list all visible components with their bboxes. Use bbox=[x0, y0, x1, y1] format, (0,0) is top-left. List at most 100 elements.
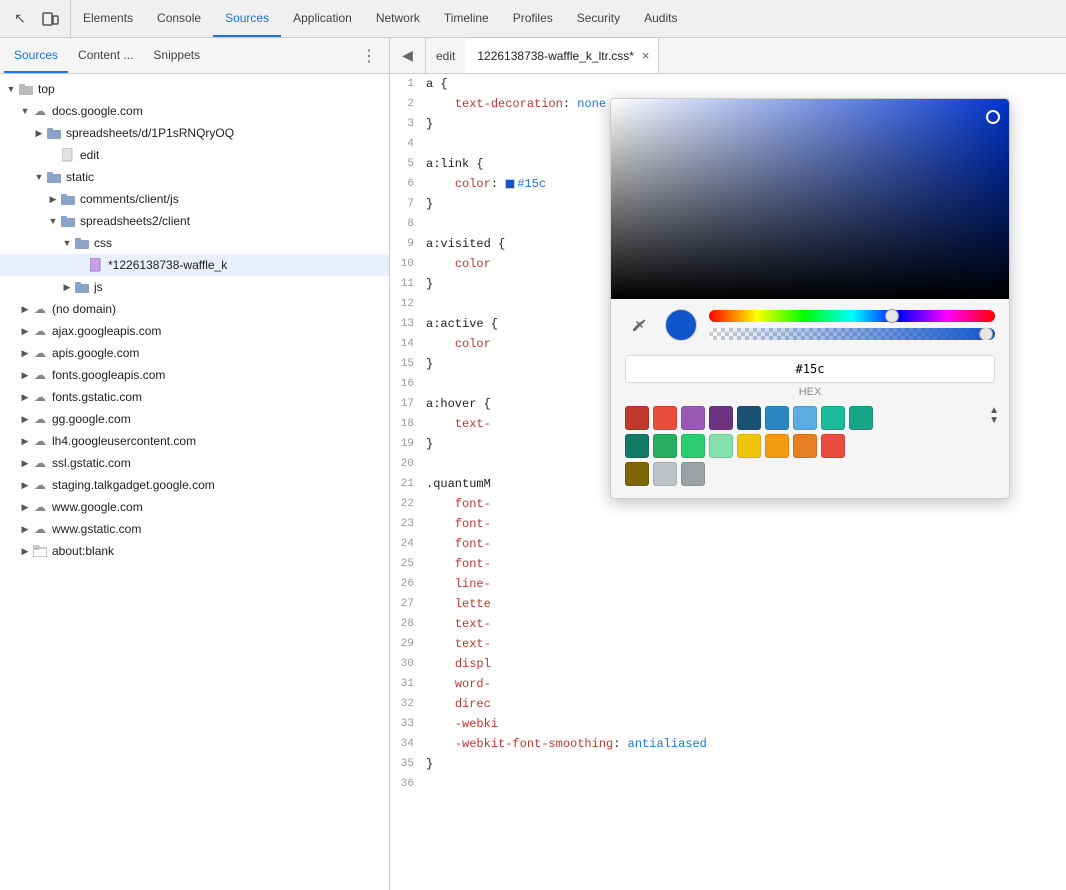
device-icon[interactable] bbox=[38, 7, 62, 31]
code-line-1: 1 a { bbox=[390, 74, 1066, 94]
swatches-scroll-down[interactable]: ▼ bbox=[989, 416, 999, 426]
tree-item-css[interactable]: ▼ css bbox=[0, 232, 389, 254]
tab-close-button[interactable]: × bbox=[642, 48, 650, 63]
editor-tabs-bar: ◀ edit 1226138738-waffle_k_ltr.css* × bbox=[390, 38, 1066, 74]
subtab-sources[interactable]: Sources bbox=[4, 38, 68, 73]
hue-thumb[interactable] bbox=[885, 309, 899, 323]
tree-item-lh4[interactable]: ▶ ☁ lh4.googleusercontent.com bbox=[0, 430, 389, 452]
code-line-33: 33 -webki bbox=[390, 714, 1066, 734]
tree-item-fontsstatic[interactable]: ▶ ☁ fonts.gstatic.com bbox=[0, 386, 389, 408]
tab-sources[interactable]: Sources bbox=[213, 0, 281, 37]
color-gradient-area[interactable] bbox=[611, 99, 1009, 299]
editor-file-tab[interactable]: 1226138738-waffle_k_ltr.css* × bbox=[465, 38, 658, 73]
tab-console[interactable]: Console bbox=[145, 0, 213, 37]
subtab-more-button[interactable]: ⋮ bbox=[353, 46, 385, 66]
label-apis: apis.google.com bbox=[52, 346, 139, 360]
subtab-snippets[interactable]: Snippets bbox=[143, 38, 210, 73]
cloud-icon-ssl: ☁ bbox=[32, 455, 48, 471]
subtab-content[interactable]: Content ... bbox=[68, 38, 143, 73]
swatch-cyan[interactable] bbox=[821, 406, 845, 430]
tab-audits[interactable]: Audits bbox=[632, 0, 689, 37]
swatch-darkorange[interactable] bbox=[793, 434, 817, 458]
arrow-css: ▼ bbox=[60, 238, 74, 248]
tree-item-ajax[interactable]: ▶ ☁ ajax.googleapis.com bbox=[0, 320, 389, 342]
main-area: Sources Content ... Snippets ⋮ ▼ top bbox=[0, 38, 1066, 890]
tree-item-comments[interactable]: ▶ comments/client/js bbox=[0, 188, 389, 210]
tree-item-ssl[interactable]: ▶ ☁ ssl.gstatic.com bbox=[0, 452, 389, 474]
swatch-orange[interactable] bbox=[765, 434, 789, 458]
swatch-brown[interactable] bbox=[625, 462, 649, 486]
eyedropper-button[interactable] bbox=[625, 311, 653, 339]
tree-item-js[interactable]: ▶ js bbox=[0, 276, 389, 298]
swatch-darkblue[interactable] bbox=[737, 406, 761, 430]
swatch-blue[interactable] bbox=[765, 406, 789, 430]
tree-item-gg[interactable]: ▶ ☁ gg.google.com bbox=[0, 408, 389, 430]
tab-network[interactable]: Network bbox=[364, 0, 432, 37]
tree-item-top[interactable]: ▼ top bbox=[0, 78, 389, 100]
color-swatch[interactable] bbox=[505, 179, 515, 189]
arrow-top: ▼ bbox=[4, 84, 18, 94]
gradient-cursor[interactable] bbox=[986, 110, 1000, 124]
tree-item-static[interactable]: ▼ static bbox=[0, 166, 389, 188]
code-line-28: 28 text- bbox=[390, 614, 1066, 634]
swatch-lightblue[interactable] bbox=[793, 406, 817, 430]
swatch-pink[interactable] bbox=[653, 406, 677, 430]
tab-elements[interactable]: Elements bbox=[71, 0, 145, 37]
label-top: top bbox=[38, 82, 55, 96]
tree-item-waffle[interactable]: *1226138738-waffle_k bbox=[0, 254, 389, 276]
tree-item-apis[interactable]: ▶ ☁ apis.google.com bbox=[0, 342, 389, 364]
swatch-yellow[interactable] bbox=[737, 434, 761, 458]
alpha-thumb[interactable] bbox=[979, 328, 993, 340]
tree-item-staging[interactable]: ▶ ☁ staging.talkgadget.google.com bbox=[0, 474, 389, 496]
arrow-ajax: ▶ bbox=[18, 326, 32, 337]
tree-item-www-google[interactable]: ▶ ☁ www.google.com bbox=[0, 496, 389, 518]
tab-profiles[interactable]: Profiles bbox=[501, 0, 565, 37]
tree-item-about[interactable]: ▶ about:blank bbox=[0, 540, 389, 562]
swatch-red[interactable] bbox=[625, 406, 649, 430]
tab-timeline[interactable]: Timeline bbox=[432, 0, 501, 37]
nav-tabs: Elements Console Sources Application Net… bbox=[71, 0, 1066, 37]
label-static: static bbox=[66, 170, 94, 184]
tree-item-fontsapi[interactable]: ▶ ☁ fonts.googleapis.com bbox=[0, 364, 389, 386]
swatch-gray[interactable] bbox=[681, 462, 705, 486]
arrow-staging: ▶ bbox=[18, 480, 32, 491]
code-line-27: 27 lette bbox=[390, 594, 1066, 614]
hue-slider[interactable] bbox=[709, 310, 995, 322]
swatch-lightgray[interactable] bbox=[653, 462, 677, 486]
folder-icon-spreadsheets bbox=[46, 125, 62, 141]
hex-input[interactable] bbox=[625, 355, 995, 383]
folder-icon-comments bbox=[60, 191, 76, 207]
tree-item-spreadsheets[interactable]: ▶ spreadsheets/d/1P1sRNQryOQ bbox=[0, 122, 389, 144]
swatch-lightgreen[interactable] bbox=[681, 434, 705, 458]
code-line-26: 26 line- bbox=[390, 574, 1066, 594]
arrow-docs: ▼ bbox=[18, 106, 32, 116]
swatch-green[interactable] bbox=[653, 434, 677, 458]
code-line-36: 36 bbox=[390, 774, 1066, 794]
cursor-icon[interactable]: ↖ bbox=[8, 7, 32, 31]
folder-icon-static bbox=[46, 169, 62, 185]
tab-application[interactable]: Application bbox=[281, 0, 364, 37]
tree-item-spreadsheets2[interactable]: ▼ spreadsheets2/client bbox=[0, 210, 389, 232]
swatch-coral[interactable] bbox=[821, 434, 845, 458]
tree-item-nodomain[interactable]: ▶ ☁ (no domain) bbox=[0, 298, 389, 320]
tab-security[interactable]: Security bbox=[565, 0, 632, 37]
folder-icon-top bbox=[18, 81, 34, 97]
swatch-teal[interactable] bbox=[849, 406, 873, 430]
swatches-scroll-arrows: ▲ ▼ bbox=[989, 406, 999, 426]
label-staging: staging.talkgadget.google.com bbox=[52, 478, 215, 492]
alpha-slider[interactable] bbox=[709, 328, 995, 340]
label-nodomain: (no domain) bbox=[52, 302, 116, 316]
hex-label: HEX bbox=[625, 386, 995, 398]
swatch-darkpurple[interactable] bbox=[709, 406, 733, 430]
back-nav-icon[interactable]: ◀ bbox=[390, 38, 426, 73]
swatch-darkteal[interactable] bbox=[625, 434, 649, 458]
code-line-23: 23 font- bbox=[390, 514, 1066, 534]
label-gg: gg.google.com bbox=[52, 412, 131, 426]
cloud-icon-docs: ☁ bbox=[32, 103, 48, 119]
tree-item-edit[interactable]: edit bbox=[0, 144, 389, 166]
swatch-palegreen[interactable] bbox=[709, 434, 733, 458]
swatch-purple[interactable] bbox=[681, 406, 705, 430]
tree-item-docs[interactable]: ▼ ☁ docs.google.com bbox=[0, 100, 389, 122]
sub-tabs-bar: Sources Content ... Snippets ⋮ bbox=[0, 38, 389, 74]
tree-item-www-gstatic[interactable]: ▶ ☁ www.gstatic.com bbox=[0, 518, 389, 540]
